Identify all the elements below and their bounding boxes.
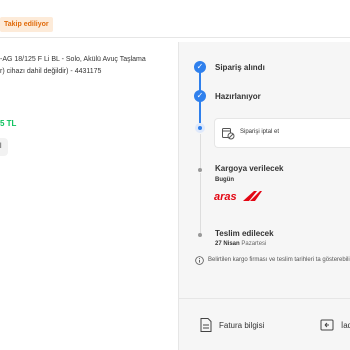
product-panel: -AG 18/125 F Li BL - Solo, Akülü Avuç Ta… (0, 38, 178, 350)
divider (178, 298, 350, 299)
top-bar: Takip ediliyor (0, 0, 350, 38)
shipping-info-note: Belirtilen kargo firması ve teslim tarih… (208, 257, 350, 263)
pending-step-dot (198, 233, 202, 237)
delivery-date-day: 27 Nisan (215, 241, 240, 247)
product-price: 5 TL (0, 119, 17, 128)
product-name[interactable]: -AG 18/125 F Li BL - Solo, Akülü Avuç Ta… (0, 54, 172, 78)
quantity-chip: l (0, 138, 8, 156)
cancel-order-button[interactable]: Siparişi iptal et (214, 118, 350, 148)
svg-text:aras: aras (214, 191, 237, 203)
invoice-info-label: Fatura bilgisi (219, 320, 265, 330)
delivery-date-weekday: Pazartesi (241, 241, 267, 247)
timeline-line-current (199, 101, 201, 123)
order-timeline-panel (178, 42, 350, 350)
delivery-date: 27 Nisan Pazartesi (215, 241, 266, 247)
timeline-line-pending (200, 134, 201, 168)
product-name-line1: -AG 18/125 F Li BL - Solo, Akülü Avuç Ta… (0, 56, 146, 63)
return-button[interactable]: İad (319, 316, 350, 334)
step-delivery: Teslim edilecek (215, 229, 274, 238)
check-icon: ✓ (194, 61, 206, 73)
step-preparing: Hazırlanıyor (215, 92, 261, 101)
return-label: İad (341, 320, 350, 330)
step-order-received: Sipariş alındı (215, 63, 265, 72)
package-cancel-icon (222, 128, 235, 140)
cancel-order-label: Siparişi iptal et (240, 129, 280, 135)
step-shipping: Kargoya verilecek (215, 164, 284, 173)
info-icon (195, 256, 204, 265)
aras-cargo-logo: aras (214, 191, 262, 203)
timeline-line-pending-2 (200, 173, 201, 233)
document-icon (200, 318, 212, 332)
invoice-info-button[interactable]: Fatura bilgisi (199, 316, 264, 334)
tracking-badge: Takip ediliyor (0, 17, 53, 32)
product-name-line2: r) cihazı dahil değildir) - 4431175 (0, 68, 102, 75)
shipping-date: Bugün (215, 177, 234, 183)
pending-step-dot (198, 168, 202, 172)
return-package-icon (320, 319, 334, 331)
check-icon: ✓ (194, 90, 206, 102)
current-step-dot (195, 123, 205, 133)
